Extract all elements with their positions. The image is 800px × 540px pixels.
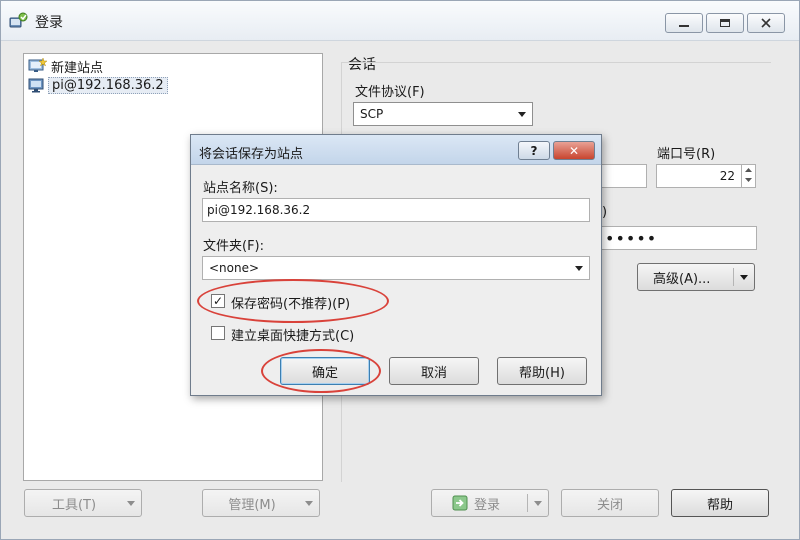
ok-label: 确定 [311,365,338,381]
dropdown-arrow-icon [127,501,135,506]
help-label: 帮助 [706,497,733,513]
protocol-label: 文件协议(F) [355,85,425,100]
dropdown-arrow-icon[interactable] [740,275,748,280]
dialog-close-button[interactable]: ✕ [553,141,595,160]
cancel-label: 取消 [420,365,447,381]
winscp-app-icon [9,11,29,31]
login-icon [452,495,468,511]
dialog-title-bar[interactable]: 将会话保存为站点 ? ✕ [191,135,601,165]
save-password-checkbox[interactable]: ✓ [211,294,225,308]
chevron-down-icon [518,112,526,117]
password-label-fragment: ) [602,205,608,220]
manage-label: 管理(M) [228,497,276,513]
dialog-help-button[interactable]: ? [518,141,550,160]
ok-button[interactable]: 确定 [280,357,370,385]
password-mask: ••••• [605,228,658,248]
cancel-button[interactable]: 取消 [389,357,479,385]
dialog-help-label: 帮助(H) [519,365,565,381]
tree-item-new-site[interactable]: 新建站点 [28,57,106,76]
host-field[interactable] [601,164,647,188]
port-field[interactable]: 22 [656,164,756,188]
manage-button[interactable]: 管理(M) [202,489,320,517]
close-label: 关闭 [596,497,623,513]
question-icon: ? [530,143,538,158]
folder-select[interactable]: <none> [202,256,590,280]
site-name-label: 站点名称(S): [203,181,278,196]
spinner-arrows-icon [745,168,752,182]
new-site-icon [28,58,48,72]
tools-button[interactable]: 工具(T) [24,489,142,517]
port-value: 22 [719,169,735,183]
protocol-value: SCP [360,107,384,121]
maximize-button[interactable] [706,13,744,33]
help-button[interactable]: 帮助 [671,489,769,517]
split-divider [527,494,528,512]
desktop-shortcut-checkbox[interactable] [211,326,225,340]
chevron-down-icon [575,266,583,271]
check-mark-icon: ✓ [212,294,224,308]
advanced-button[interactable]: 高级(A)... [637,263,755,291]
dropdown-arrow-icon [305,501,313,506]
folder-value: <none> [209,261,260,275]
port-spinner[interactable] [741,164,755,188]
password-field[interactable]: ••••• [601,226,757,250]
save-password-label[interactable]: 保存密码(不推荐)(P) [231,293,350,312]
dialog-title: 将会话保存为站点 [199,147,304,162]
advanced-label: 高级(A)... [653,271,711,287]
close-icon [761,18,771,28]
tree-item-saved-site[interactable]: pi@192.168.36.2 [28,76,168,94]
minimize-button[interactable] [665,13,703,33]
minimize-icon [679,25,689,27]
login-label: 登录 [474,497,501,513]
protocol-select[interactable]: SCP [353,102,533,126]
tree-item-label: pi@192.168.36.2 [48,76,168,94]
site-name-value: pi@192.168.36.2 [207,203,311,217]
computer-icon [28,78,44,93]
title-bar[interactable]: 登录 [1,1,799,41]
dropdown-arrow-icon[interactable] [534,501,542,506]
dialog-help-text-button[interactable]: 帮助(H) [497,357,587,385]
site-name-input[interactable]: pi@192.168.36.2 [202,198,590,222]
login-button[interactable]: 登录 [431,489,549,517]
port-label: 端口号(R) [657,147,716,162]
maximize-icon [720,19,730,27]
folder-label: 文件夹(F): [203,239,265,254]
tools-label: 工具(T) [51,497,97,513]
split-divider [733,268,734,286]
desktop-shortcut-label[interactable]: 建立桌面快捷方式(C) [231,325,354,344]
close-icon: ✕ [568,143,580,158]
close-window-button[interactable] [747,13,785,33]
window-title: 登录 [35,15,63,31]
close-button[interactable]: 关闭 [561,489,659,517]
tree-item-label: 新建站点 [51,60,104,76]
save-session-dialog: 将会话保存为站点 ? ✕ 站点名称(S): pi@192.168.36.2 文件… [190,134,602,396]
